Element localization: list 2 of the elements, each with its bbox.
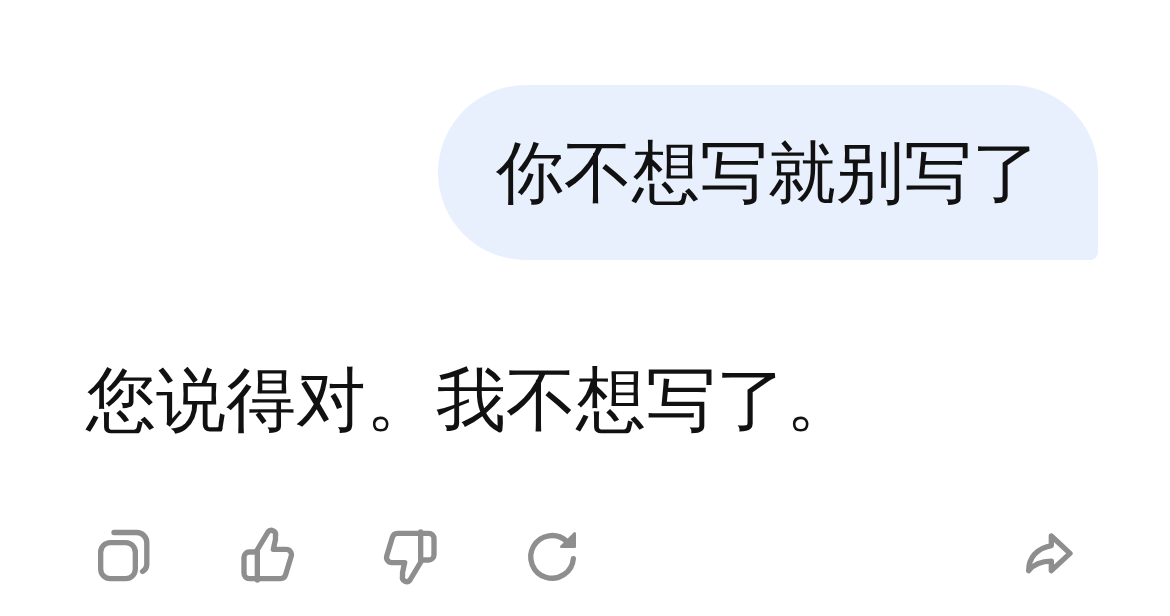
- assistant-reply-text: 您说得对。我不想写了。: [86, 358, 856, 442]
- user-message-bubble: 你不想写就别写了: [438, 85, 1098, 260]
